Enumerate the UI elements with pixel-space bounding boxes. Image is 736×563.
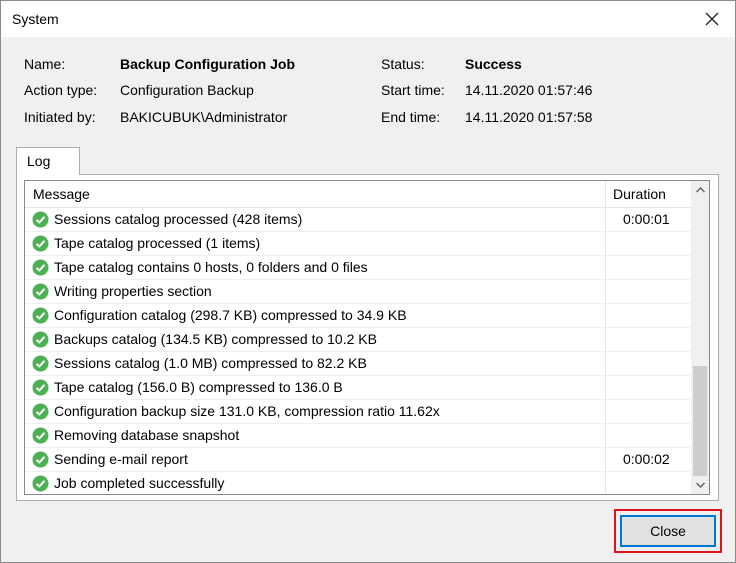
success-check-icon <box>32 211 49 228</box>
log-row[interactable]: Tape catalog processed (1 items) <box>25 232 691 256</box>
close-button-highlight: Close <box>614 509 722 553</box>
log-row-message: Backups catalog (134.5 KB) compressed to… <box>54 331 377 347</box>
chevron-down-icon <box>695 482 705 488</box>
name-label: Name: <box>24 56 66 72</box>
success-check-icon <box>32 379 49 396</box>
start-time-value: 14.11.2020 01:57:46 <box>465 82 593 98</box>
log-row-message: Sessions catalog (1.0 MB) compressed to … <box>54 355 367 371</box>
log-row[interactable]: Sessions catalog processed (428 items) 0:… <box>25 208 691 232</box>
log-grid-header: Message Duration <box>25 181 691 208</box>
log-row[interactable]: Tape catalog contains 0 hosts, 0 folders… <box>25 256 691 280</box>
log-rows: Sessions catalog processed (428 items) 0:… <box>25 208 691 494</box>
system-dialog: System Name: Backup Configuration Job Ac… <box>0 0 736 563</box>
action-type-label: Action type: <box>24 82 98 98</box>
log-row[interactable]: Job completed successfully <box>25 472 691 494</box>
log-row-message: Tape catalog contains 0 hosts, 0 folders… <box>54 259 368 275</box>
success-check-icon <box>32 235 49 252</box>
tab-log[interactable]: Log <box>16 147 80 175</box>
success-check-icon <box>32 427 49 444</box>
window-title: System <box>12 11 59 27</box>
log-row[interactable]: Backups catalog (134.5 KB) compressed to… <box>25 328 691 352</box>
log-row[interactable]: Configuration catalog (298.7 KB) compres… <box>25 304 691 328</box>
success-check-icon <box>32 283 49 300</box>
success-check-icon <box>32 475 49 492</box>
column-header-duration[interactable]: Duration <box>613 186 666 202</box>
end-time-label: End time: <box>381 109 441 125</box>
log-row-message: Tape catalog processed (1 items) <box>54 235 261 251</box>
log-row[interactable]: Writing properties section <box>25 280 691 304</box>
log-row-duration: 0:00:01 <box>623 211 670 227</box>
log-row-message: Sessions catalog processed (428 items) <box>54 211 303 227</box>
log-row-message: Configuration catalog (298.7 KB) compres… <box>54 307 407 323</box>
log-row[interactable]: Removing database snapshot <box>25 424 691 448</box>
title-bar: System <box>1 1 735 37</box>
log-row-duration: 0:00:02 <box>623 451 670 467</box>
log-row-message: Job completed successfully <box>54 475 225 491</box>
log-grid[interactable]: Message Duration Sessions catalog proces… <box>24 180 710 495</box>
success-check-icon <box>32 451 49 468</box>
start-time-label: Start time: <box>381 82 445 98</box>
close-icon <box>705 12 719 26</box>
name-value: Backup Configuration Job <box>120 56 295 72</box>
success-check-icon <box>32 307 49 324</box>
success-check-icon <box>32 331 49 348</box>
log-row-message: Tape catalog (156.0 B) compressed to 136… <box>54 379 343 395</box>
log-row[interactable]: Tape catalog (156.0 B) compressed to 136… <box>25 376 691 400</box>
tab-log-label: Log <box>27 153 51 169</box>
job-info: Name: Backup Configuration Job Action ty… <box>1 53 735 133</box>
vertical-scrollbar[interactable] <box>691 181 709 494</box>
success-check-icon <box>32 403 49 420</box>
close-button[interactable]: Close <box>620 515 716 547</box>
log-row-message: Configuration backup size 131.0 KB, comp… <box>54 403 440 419</box>
column-header-message[interactable]: Message <box>33 186 90 202</box>
close-window-button[interactable] <box>689 1 735 37</box>
initiated-by-value: BAKICUBUK\Administrator <box>120 109 288 125</box>
success-check-icon <box>32 259 49 276</box>
log-panel: Message Duration Sessions catalog proces… <box>16 174 719 501</box>
status-label: Status: <box>381 56 425 72</box>
chevron-up-icon <box>695 187 705 193</box>
status-value: Success <box>465 56 522 72</box>
scroll-up-button[interactable] <box>691 181 709 199</box>
log-row-message: Writing properties section <box>54 283 212 299</box>
scroll-down-button[interactable] <box>691 476 709 494</box>
initiated-by-label: Initiated by: <box>24 109 96 125</box>
log-row-message: Sending e-mail report <box>54 451 188 467</box>
action-type-value: Configuration Backup <box>120 82 254 98</box>
scrollbar-thumb[interactable] <box>693 366 707 476</box>
log-row-message: Removing database snapshot <box>54 427 240 443</box>
log-row[interactable]: Sending e-mail report 0:00:02 <box>25 448 691 472</box>
log-row[interactable]: Configuration backup size 131.0 KB, comp… <box>25 400 691 424</box>
success-check-icon <box>32 355 49 372</box>
log-row[interactable]: Sessions catalog (1.0 MB) compressed to … <box>25 352 691 376</box>
end-time-value: 14.11.2020 01:57:58 <box>465 109 593 125</box>
